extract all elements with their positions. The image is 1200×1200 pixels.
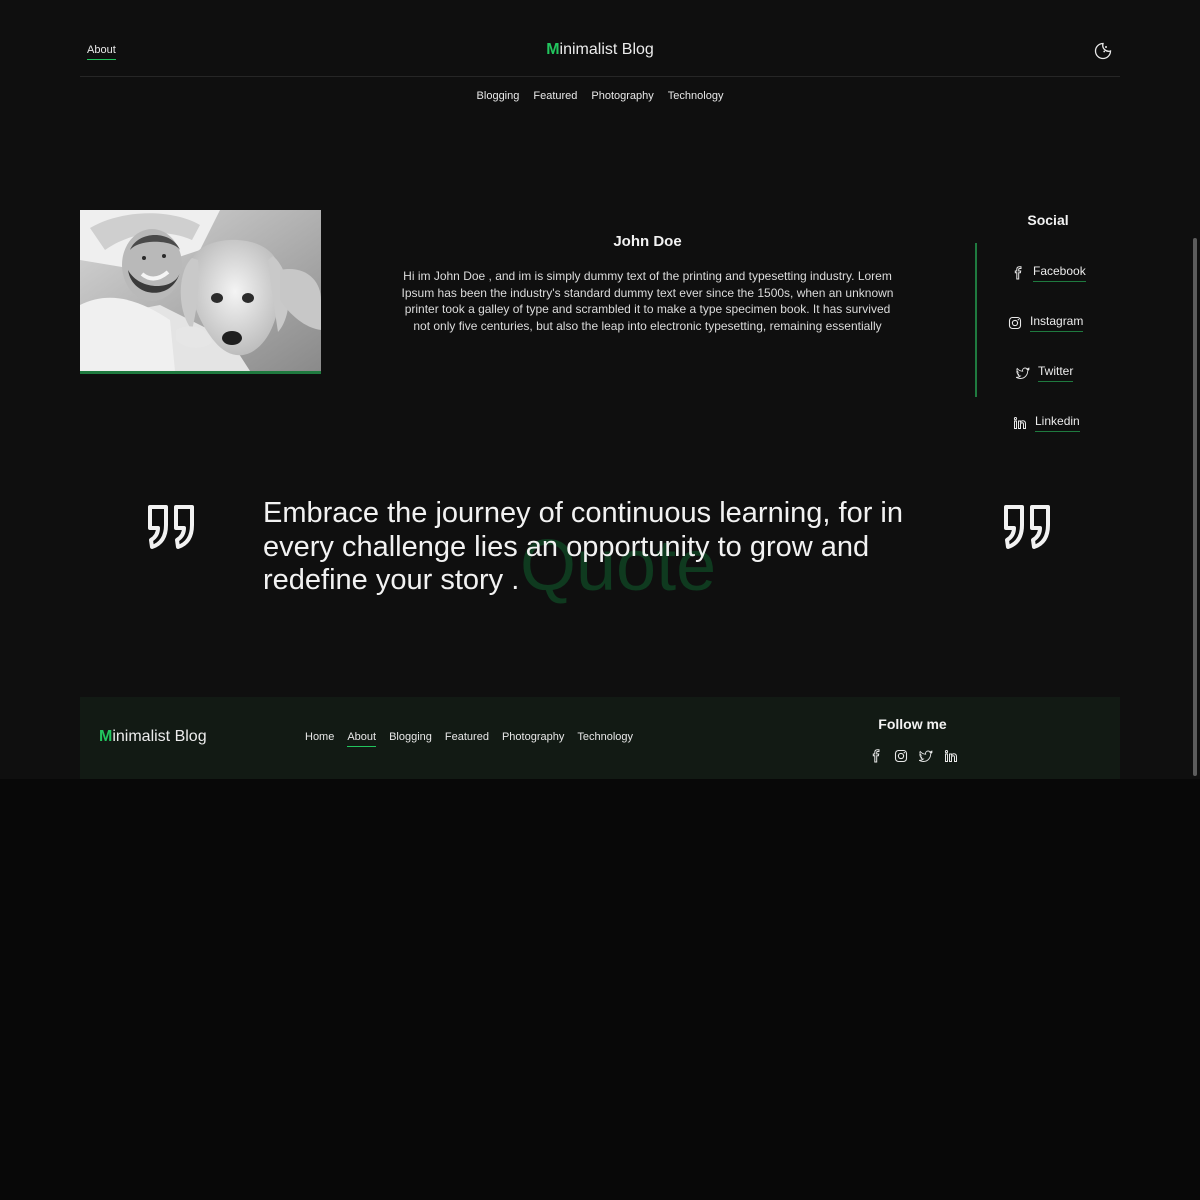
site-header: About Minimalist Blog [80,0,1120,77]
profile-photo [80,210,321,371]
category-photography[interactable]: Photography [591,90,653,102]
footer-nav-featured[interactable]: Featured [445,731,489,747]
social-linkedin-label: Linkedin [1035,414,1080,432]
footer-nav-blogging[interactable]: Blogging [389,731,432,747]
footer-logo-initial: M [99,728,113,745]
footer-nav: Home About Blogging Featured Photography… [305,731,633,747]
theme-toggle-icon[interactable] [1094,42,1112,60]
social-facebook-link[interactable]: Facebook [1011,264,1086,282]
site-footer: Minimalist Blog Home About Blogging Feat… [80,697,1120,779]
footer-nav-about[interactable]: About [347,731,377,747]
footer-logo-text: inimalist Blog [112,728,207,745]
social-instagram-link[interactable]: Instagram [1008,314,1084,332]
author-name: John Doe [613,233,682,250]
footer-social-icons [869,749,958,763]
logo-initial: M [546,41,560,58]
twitter-icon [1016,367,1030,379]
social-twitter-label: Twitter [1038,364,1074,382]
nav-about-link[interactable]: About [87,44,116,60]
social-twitter-link[interactable]: Twitter [1016,364,1074,382]
social-linkedin-link[interactable]: Linkedin [1013,414,1080,432]
linkedin-icon[interactable] [944,749,958,763]
twitter-icon[interactable] [919,749,933,763]
category-technology[interactable]: Technology [668,90,724,102]
facebook-icon[interactable] [869,749,883,763]
social-instagram-label: Instagram [1030,314,1084,332]
page-scrollbar[interactable] [1193,238,1197,776]
linkedin-icon [1013,416,1026,429]
category-nav: Blogging Featured Photography Technology [0,90,1200,102]
profile-photo-illustration [80,210,321,371]
logo-text: inimalist Blog [559,41,654,58]
quote-close-icon [1004,505,1050,549]
social-divider [975,243,977,397]
category-blogging[interactable]: Blogging [477,90,520,102]
social-facebook-label: Facebook [1033,264,1086,282]
social-heading: Social [1027,212,1069,228]
page: About Minimalist Blog Blogging Featured … [0,0,1200,779]
quote-text: Embrace the journey of continuous learni… [263,497,903,596]
footer-nav-technology[interactable]: Technology [577,731,633,747]
category-featured[interactable]: Featured [533,90,577,102]
footer-nav-home[interactable]: Home [305,731,334,747]
site-logo[interactable]: Minimalist Blog [546,41,654,59]
facebook-icon [1014,266,1022,280]
author-bio: Hi im John Doe , and im is simply dummy … [401,269,894,333]
quote-open-icon [148,505,194,549]
instagram-icon [1008,316,1022,330]
footer-logo[interactable]: Minimalist Blog [99,728,207,746]
footer-nav-photography[interactable]: Photography [502,731,564,747]
instagram-icon[interactable] [894,749,908,763]
follow-heading: Follow me [878,716,947,732]
